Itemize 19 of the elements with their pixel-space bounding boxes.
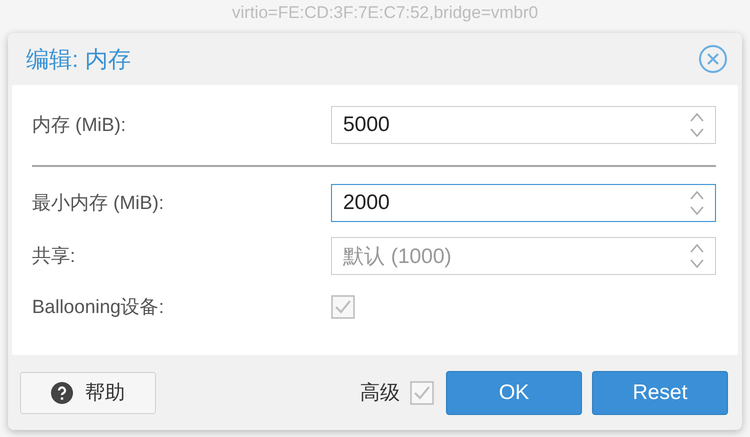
number-field[interactable]: 5000 <box>331 106 716 144</box>
dialog-title: 编辑: 内存 <box>26 44 131 74</box>
help-icon <box>51 382 73 404</box>
background-text: virtio=FE:CD:3F:7E:C7:52,bridge=vmbr0 <box>232 2 538 24</box>
field-value: 2000 <box>343 191 391 215</box>
advanced-label: 高级 <box>360 381 400 406</box>
field-label: 最小内存 (MiB): <box>32 192 165 216</box>
spinner-arrows-icon[interactable] <box>689 189 705 217</box>
field-placeholder: 默认 (1000) <box>343 244 453 270</box>
field-label: 内存 (MiB): <box>32 114 127 138</box>
close-button[interactable] <box>698 44 728 74</box>
number-field[interactable]: 2000 <box>331 184 716 222</box>
help-button[interactable]: 帮助 <box>20 372 156 414</box>
field-label: 共享: <box>32 245 76 269</box>
spinner-arrows-icon[interactable] <box>689 242 705 270</box>
advanced-checkbox[interactable] <box>410 380 434 404</box>
spinner-arrows-icon[interactable] <box>689 111 705 139</box>
field-value: 5000 <box>343 113 391 137</box>
field-label: Ballooning设备: <box>32 296 166 320</box>
